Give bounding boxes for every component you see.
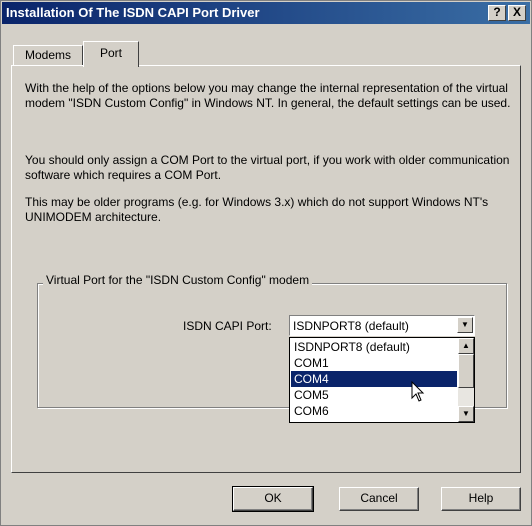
chevron-down-icon: ▼: [462, 409, 470, 418]
list-item[interactable]: COM6: [291, 403, 457, 419]
tab-port[interactable]: Port: [83, 41, 139, 67]
scroll-up-button[interactable]: ▲: [458, 338, 474, 354]
close-button[interactable]: X: [508, 5, 526, 21]
list-item[interactable]: COM5: [291, 387, 457, 403]
com-port-paragraph: You should only assign a COM Port to the…: [25, 153, 510, 182]
dropdown-scrollbar[interactable]: ▲ ▼: [458, 338, 474, 422]
tab-modems[interactable]: Modems: [13, 45, 83, 65]
chevron-down-icon: ▼: [461, 320, 469, 329]
window-title: Installation Of The ISDN CAPI Port Drive…: [6, 5, 260, 20]
list-item[interactable]: ISDNPORT8 (default): [291, 339, 457, 355]
list-item[interactable]: COM1: [291, 355, 457, 371]
legacy-paragraph: This may be older programs (e.g. for Win…: [25, 195, 489, 224]
isdn-capi-port-combobox[interactable]: ISDNPORT8 (default) ▼: [289, 315, 475, 336]
title-bar: Installation Of The ISDN CAPI Port Drive…: [2, 2, 530, 24]
intro-paragraph: With the help of the options below you m…: [25, 81, 511, 110]
combobox-value: ISDNPORT8 (default): [293, 319, 409, 333]
scrollbar-thumb[interactable]: [458, 354, 474, 388]
help-button[interactable]: Help: [441, 487, 521, 511]
help-title-button[interactable]: ?: [488, 5, 506, 21]
ok-button[interactable]: OK: [232, 486, 314, 512]
scroll-down-button[interactable]: ▼: [458, 406, 474, 422]
cancel-button[interactable]: Cancel: [339, 487, 419, 511]
combobox-dropdown-button[interactable]: ▼: [457, 317, 473, 333]
tab-port-label: Port: [99, 46, 122, 60]
list-item-selected[interactable]: COM4: [291, 371, 457, 387]
dialog-window: Installation Of The ISDN CAPI Port Drive…: [0, 0, 532, 526]
tab-modems-label: Modems: [24, 48, 71, 62]
port-dropdown-list[interactable]: ISDNPORT8 (default) COM1 COM4 COM5 COM6 …: [289, 337, 475, 423]
chevron-up-icon: ▲: [462, 341, 470, 350]
groupbox-label: Virtual Port for the "ISDN Custom Config…: [43, 273, 313, 287]
mouse-cursor-icon: [411, 381, 425, 402]
isdn-capi-port-label: ISDN CAPI Port:: [183, 319, 272, 333]
